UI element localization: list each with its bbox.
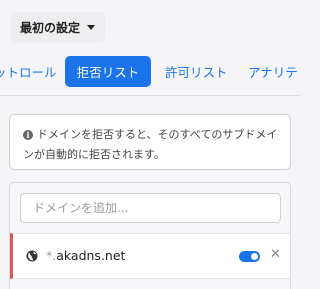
denylist-panel: *.akadns.net ✕	[9, 182, 291, 289]
domain-row: *.akadns.net ✕	[10, 233, 290, 279]
domain-wildcard: *.	[46, 248, 57, 263]
tab-denylist[interactable]: 拒否リスト	[65, 56, 151, 87]
add-domain-input[interactable]	[20, 193, 281, 223]
info-text: ドメインを拒否すると、そのすべてのサブドメインが自動的に拒否されます。	[23, 128, 278, 161]
tab-analytics[interactable]: アナリテ	[248, 56, 298, 87]
preset-label: 最初の設定	[20, 20, 81, 35]
globe-icon	[26, 250, 38, 262]
tab-allowlist[interactable]: 許可リスト	[165, 56, 228, 87]
preset-dropdown[interactable]: 最初の設定	[10, 12, 106, 42]
app-root: 最初の設定 ットロール 拒否リスト 許可リスト アナリテ i ドメインを拒否すると…	[0, 0, 300, 289]
chevron-down-icon	[87, 24, 96, 30]
domain-toggle[interactable]	[239, 251, 260, 262]
tab-controls[interactable]: ットロール	[0, 56, 57, 87]
toggle-knob	[251, 253, 258, 260]
domain-name: *.akadns.net	[46, 248, 125, 263]
domain-value: akadns.net	[56, 248, 126, 263]
close-icon[interactable]: ✕	[270, 247, 281, 263]
tab-bar: ットロール 拒否リスト 許可リスト アナリテ	[0, 52, 300, 96]
info-notice: i ドメインを拒否すると、そのすべてのサブドメインが自動的に拒否されます。	[9, 114, 291, 170]
info-icon: i	[23, 130, 33, 140]
